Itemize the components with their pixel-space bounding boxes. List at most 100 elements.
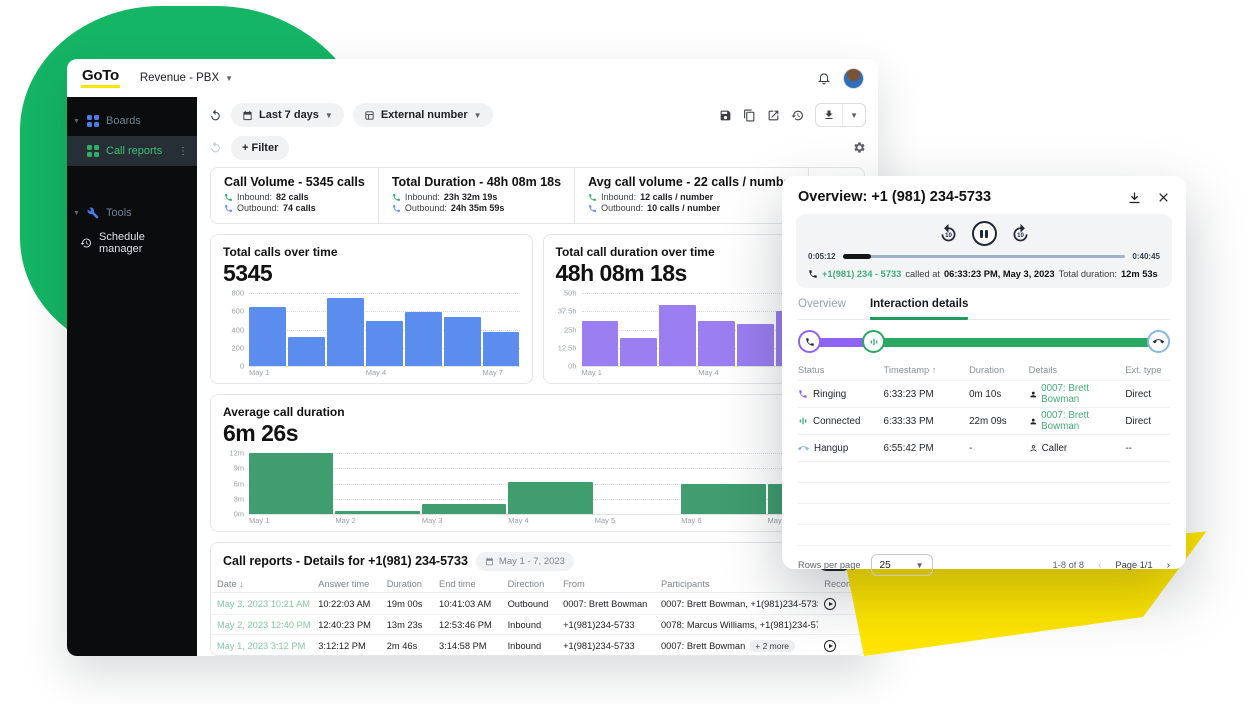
bar[interactable] [659,305,696,366]
close-icon[interactable] [1157,191,1170,204]
bar[interactable] [737,324,774,366]
save-icon[interactable] [719,109,732,122]
outbound-call-icon [392,204,401,213]
person-outline-icon [1029,444,1038,453]
inbound-call-icon [392,193,401,202]
bar[interactable] [444,317,481,366]
pause-button[interactable] [972,221,997,246]
tab-interaction-details[interactable]: Interaction details [870,298,968,320]
bar[interactable] [288,337,325,366]
inbound-call-icon [224,193,233,202]
bar[interactable] [483,332,520,366]
date-range-badge[interactable]: May 1 - 7, 2023 [476,552,574,571]
bar[interactable] [335,511,419,514]
user-avatar[interactable] [843,68,864,89]
sidebar-item-boards[interactable]: ▼ Boards [67,106,197,136]
download-icon[interactable] [1127,190,1142,205]
connected-audio-icon[interactable] [862,330,885,353]
col-details[interactable]: Details [1029,365,1126,375]
phone-icon [808,269,818,279]
outbound-value: 24h 35m 59s [451,203,505,213]
sidebar-item-call-reports[interactable]: Call reports ⋮ [67,136,197,166]
col-status[interactable]: Status [798,365,884,375]
chevron-down-icon[interactable]: ▼ [842,104,865,126]
cell-date[interactable]: May 3, 2023 10:21 AM [211,593,312,615]
col-date[interactable]: Date ↓ [211,576,312,593]
col-timestamp[interactable]: Timestamp ↑ [884,365,970,375]
workspace-name: Revenue - PBX [140,72,219,84]
add-filter-button[interactable]: + Filter [231,136,289,160]
cell-date[interactable]: May 1, 2023 3:12 PM [211,635,312,657]
stat-title: Total Duration - 48h 08m 18s [392,175,561,189]
date-range-label: Last 7 days [259,109,319,121]
sort-asc-icon: ↑ [932,365,937,375]
hangup-phone-icon[interactable] [1147,330,1170,353]
bar[interactable] [249,453,333,514]
cell-date[interactable]: May 2, 2023 12:40 PM [211,615,312,635]
range-label: 1-8 of 8 [1053,560,1085,570]
date-range-filter[interactable]: Last 7 days ▼ [231,103,344,127]
bar[interactable] [582,321,619,366]
bar[interactable] [405,312,442,366]
bar[interactable] [366,321,403,366]
copy-icon[interactable] [743,109,756,122]
workspace-switcher[interactable]: Revenue - PBX ▼ [140,72,233,84]
x-tick: May 4 [366,368,403,377]
refresh-icon[interactable] [209,109,222,122]
play-recording-icon[interactable] [824,640,836,652]
interaction-row[interactable]: Ringing 6:33:23 PM 0m 10s 0007: Brett Bo… [798,381,1170,408]
bar[interactable] [249,307,286,366]
bar[interactable] [422,504,506,514]
extension-link[interactable]: 0007: Brett Bowman [1041,410,1125,432]
audio-player: 10 10 0:05:12 0:40:45 +1(981) 234 - 5733… [796,214,1172,288]
col-ext-type[interactable]: Ext. type [1125,365,1170,375]
table-row[interactable]: May 2, 2023 12:40 PM 12:40:23 PM 13m 23s… [211,615,864,635]
col-duration[interactable]: Duration [381,576,433,593]
cell-end: 3:14:58 PM [433,635,502,657]
play-recording-icon[interactable] [824,598,836,610]
caller-number[interactable]: +1(981) 234 - 5733 [822,269,901,279]
breakdown-filter[interactable]: External number ▼ [353,103,493,127]
col-answer-time[interactable]: Answer time [312,576,381,593]
notifications-bell-icon[interactable] [817,71,831,85]
tab-overview[interactable]: Overview [798,298,846,319]
bar[interactable] [681,484,765,515]
kebab-menu-icon[interactable]: ⋮ [178,146,189,157]
cell-duration: 13m 23s [381,615,433,635]
x-tick: May 1 [582,368,619,377]
col-from[interactable]: From [557,576,655,593]
table-row[interactable]: May 3, 2023 10:21 AM 10:22:03 AM 19m 00s… [211,593,864,615]
seek-bar[interactable] [843,255,1126,259]
col-duration[interactable]: Duration [969,365,1029,375]
interaction-row[interactable]: Connected 6:33:33 PM 22m 09s 0007: Brett… [798,408,1170,435]
export-icon[interactable] [767,109,780,122]
extension-link[interactable]: 0007: Brett Bowman [1041,383,1125,405]
forward-10-icon[interactable]: 10 [1010,223,1031,244]
bar[interactable] [620,338,657,366]
page-size-select[interactable]: 25 ▼ [871,554,933,576]
cell-participants: 0007: Brett Bowman [661,641,745,651]
sidebar-item-schedule-manager[interactable]: Schedule manager [67,228,197,258]
app-window: GoTo Revenue - PBX ▼ ▼ Boards Call repor… [67,59,878,656]
bar[interactable] [327,298,364,366]
bar[interactable] [698,321,735,366]
ringing-phone-icon[interactable] [798,330,821,353]
boards-grid-icon [87,115,99,127]
status-label: Ringing [813,389,846,400]
sidebar-item-tools[interactable]: ▼ Tools [67,198,197,228]
x-tick: May 6 [681,516,765,525]
gear-icon[interactable] [853,141,866,154]
table-row[interactable]: May 1, 2023 3:12 PM 3:12:12 PM 2m 46s 3:… [211,635,864,657]
svg-text:10: 10 [1017,232,1024,239]
bar[interactable] [508,482,592,514]
download-split-button[interactable]: ▼ [815,103,866,127]
more-participants-badge[interactable]: + 2 more [749,640,795,652]
col-end-time[interactable]: End time [433,576,502,593]
interaction-row[interactable]: Hangup 6:55:42 PM - Caller -- [798,435,1170,462]
prev-page-icon[interactable]: ‹ [1098,560,1101,571]
history-icon[interactable] [791,109,804,122]
next-page-icon[interactable]: › [1167,560,1170,571]
col-direction[interactable]: Direction [502,576,558,593]
download-icon[interactable] [816,104,842,126]
rewind-10-icon[interactable]: 10 [938,223,959,244]
